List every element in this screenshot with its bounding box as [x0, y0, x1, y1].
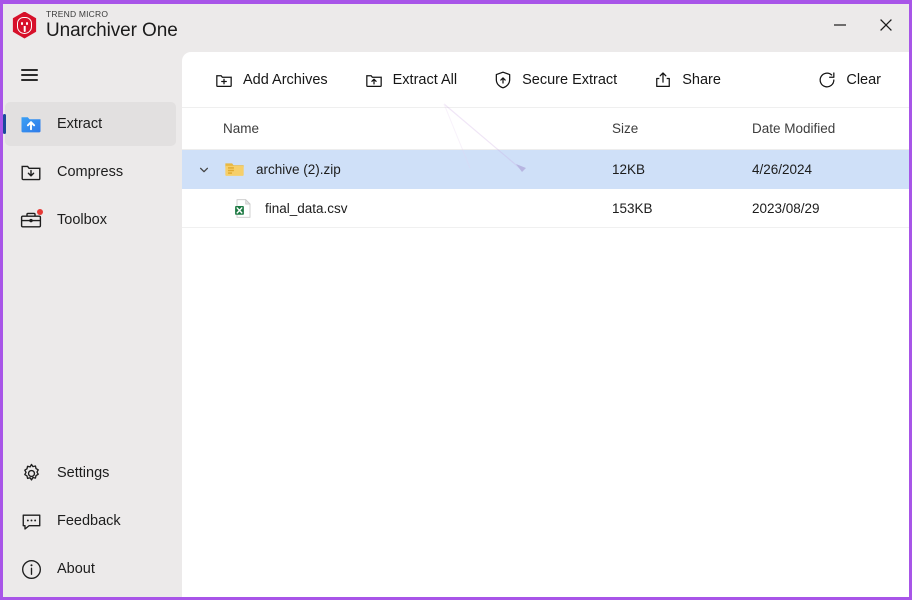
info-circle-icon — [19, 557, 43, 581]
table-row[interactable]: archive (2).zip 12KB 4/26/2024 — [182, 150, 909, 189]
shield-arrow-up-icon — [495, 71, 511, 88]
share-button[interactable]: Share — [643, 62, 731, 98]
file-list: archive (2).zip 12KB 4/26/2024 final_dat… — [182, 150, 909, 228]
column-header-name[interactable]: Name — [182, 121, 612, 136]
sidebar-item-compress[interactable]: Compress — [5, 150, 176, 194]
sidebar-item-toolbox[interactable]: Toolbox — [5, 198, 176, 242]
reset-circle-icon — [819, 71, 835, 87]
file-name-cell: archive (2).zip — [182, 159, 612, 181]
file-name-label: archive (2).zip — [256, 162, 341, 177]
file-date-cell: 4/26/2024 — [752, 162, 813, 177]
table-row[interactable]: final_data.csv 153KB 2023/08/29 — [182, 189, 909, 228]
toolbar-button-label: Secure Extract — [522, 71, 618, 88]
close-icon — [880, 19, 892, 31]
toolbar-button-label: Add Archives — [243, 71, 328, 88]
app-title: Unarchiver One — [46, 20, 178, 42]
toolbox-icon — [19, 208, 43, 232]
column-header-date[interactable]: Date Modified — [752, 121, 909, 136]
sidebar-item-label: Toolbox — [57, 212, 107, 228]
chevron-down-icon[interactable] — [194, 164, 214, 176]
add-archives-button[interactable]: Add Archives — [204, 62, 338, 98]
share-box-up-icon — [656, 71, 671, 87]
folder-arrow-up-icon — [365, 74, 382, 87]
gear-icon — [19, 461, 43, 485]
sidebar-item-label: Extract — [57, 116, 103, 132]
application-window: TREND MICRO Unarchiver One Extract Compr… — [0, 0, 912, 600]
folder-plus-icon — [216, 74, 232, 87]
file-name-label: final_data.csv — [265, 200, 348, 216]
action-toolbar: Add Archives Extract All Secure Extract — [182, 52, 909, 108]
title-bar: TREND MICRO Unarchiver One — [3, 4, 909, 46]
trend-micro-logo-icon — [11, 11, 38, 39]
folder-up-filled-icon — [19, 112, 43, 136]
hamburger-icon — [20, 66, 38, 84]
folder-down-icon — [19, 160, 43, 184]
sidebar-item-feedback[interactable]: Feedback — [5, 499, 176, 543]
toolbox-notification-badge — [37, 209, 43, 215]
file-list-header: Name Size Date Modified — [182, 108, 909, 150]
sidebar-item-label: Settings — [57, 465, 110, 481]
minimize-button[interactable] — [817, 4, 863, 46]
toolbar-button-label: Extract All — [392, 71, 458, 88]
sidebar-item-extract[interactable]: Extract — [3, 102, 176, 146]
extract-all-button[interactable]: Extract All — [354, 62, 467, 98]
toolbar-button-label: Share — [682, 71, 721, 88]
brand-company-name: TREND MICRO — [46, 8, 109, 19]
minimize-icon — [834, 24, 846, 26]
brand-logo: TREND MICRO Unarchiver One — [3, 8, 178, 42]
sidebar-nav: Extract Compress Toolbox — [3, 102, 182, 242]
toolbar-button-label: Clear — [846, 71, 881, 88]
sidebar-item-label: About — [57, 561, 95, 577]
content-panel: Add Archives Extract All Secure Extract — [182, 52, 909, 597]
sidebar-item-label: Feedback — [57, 513, 121, 529]
file-size-cell: 153KB — [612, 200, 653, 216]
file-name-cell: final_data.csv — [182, 197, 612, 219]
clear-button[interactable]: Clear — [807, 62, 891, 98]
close-button[interactable] — [863, 4, 909, 46]
sidebar-item-label: Compress — [57, 164, 124, 180]
column-header-size[interactable]: Size — [612, 121, 752, 136]
sidebar-bottom-nav: Settings Feedback About — [3, 447, 182, 595]
hamburger-menu-button[interactable] — [9, 58, 49, 92]
sidebar-item-settings[interactable]: Settings — [5, 451, 176, 495]
secure-extract-button[interactable]: Secure Extract — [483, 62, 627, 98]
csv-file-icon — [232, 197, 254, 219]
zip-folder-icon — [223, 159, 245, 181]
file-date-cell: 2023/08/29 — [752, 200, 820, 216]
chat-dots-icon — [19, 509, 43, 533]
sidebar-item-about[interactable]: About — [5, 547, 176, 591]
window-controls — [817, 4, 909, 46]
file-size-cell: 12KB — [612, 162, 646, 177]
sidebar: Extract Compress Toolbox Settings Feedba… — [3, 46, 182, 597]
